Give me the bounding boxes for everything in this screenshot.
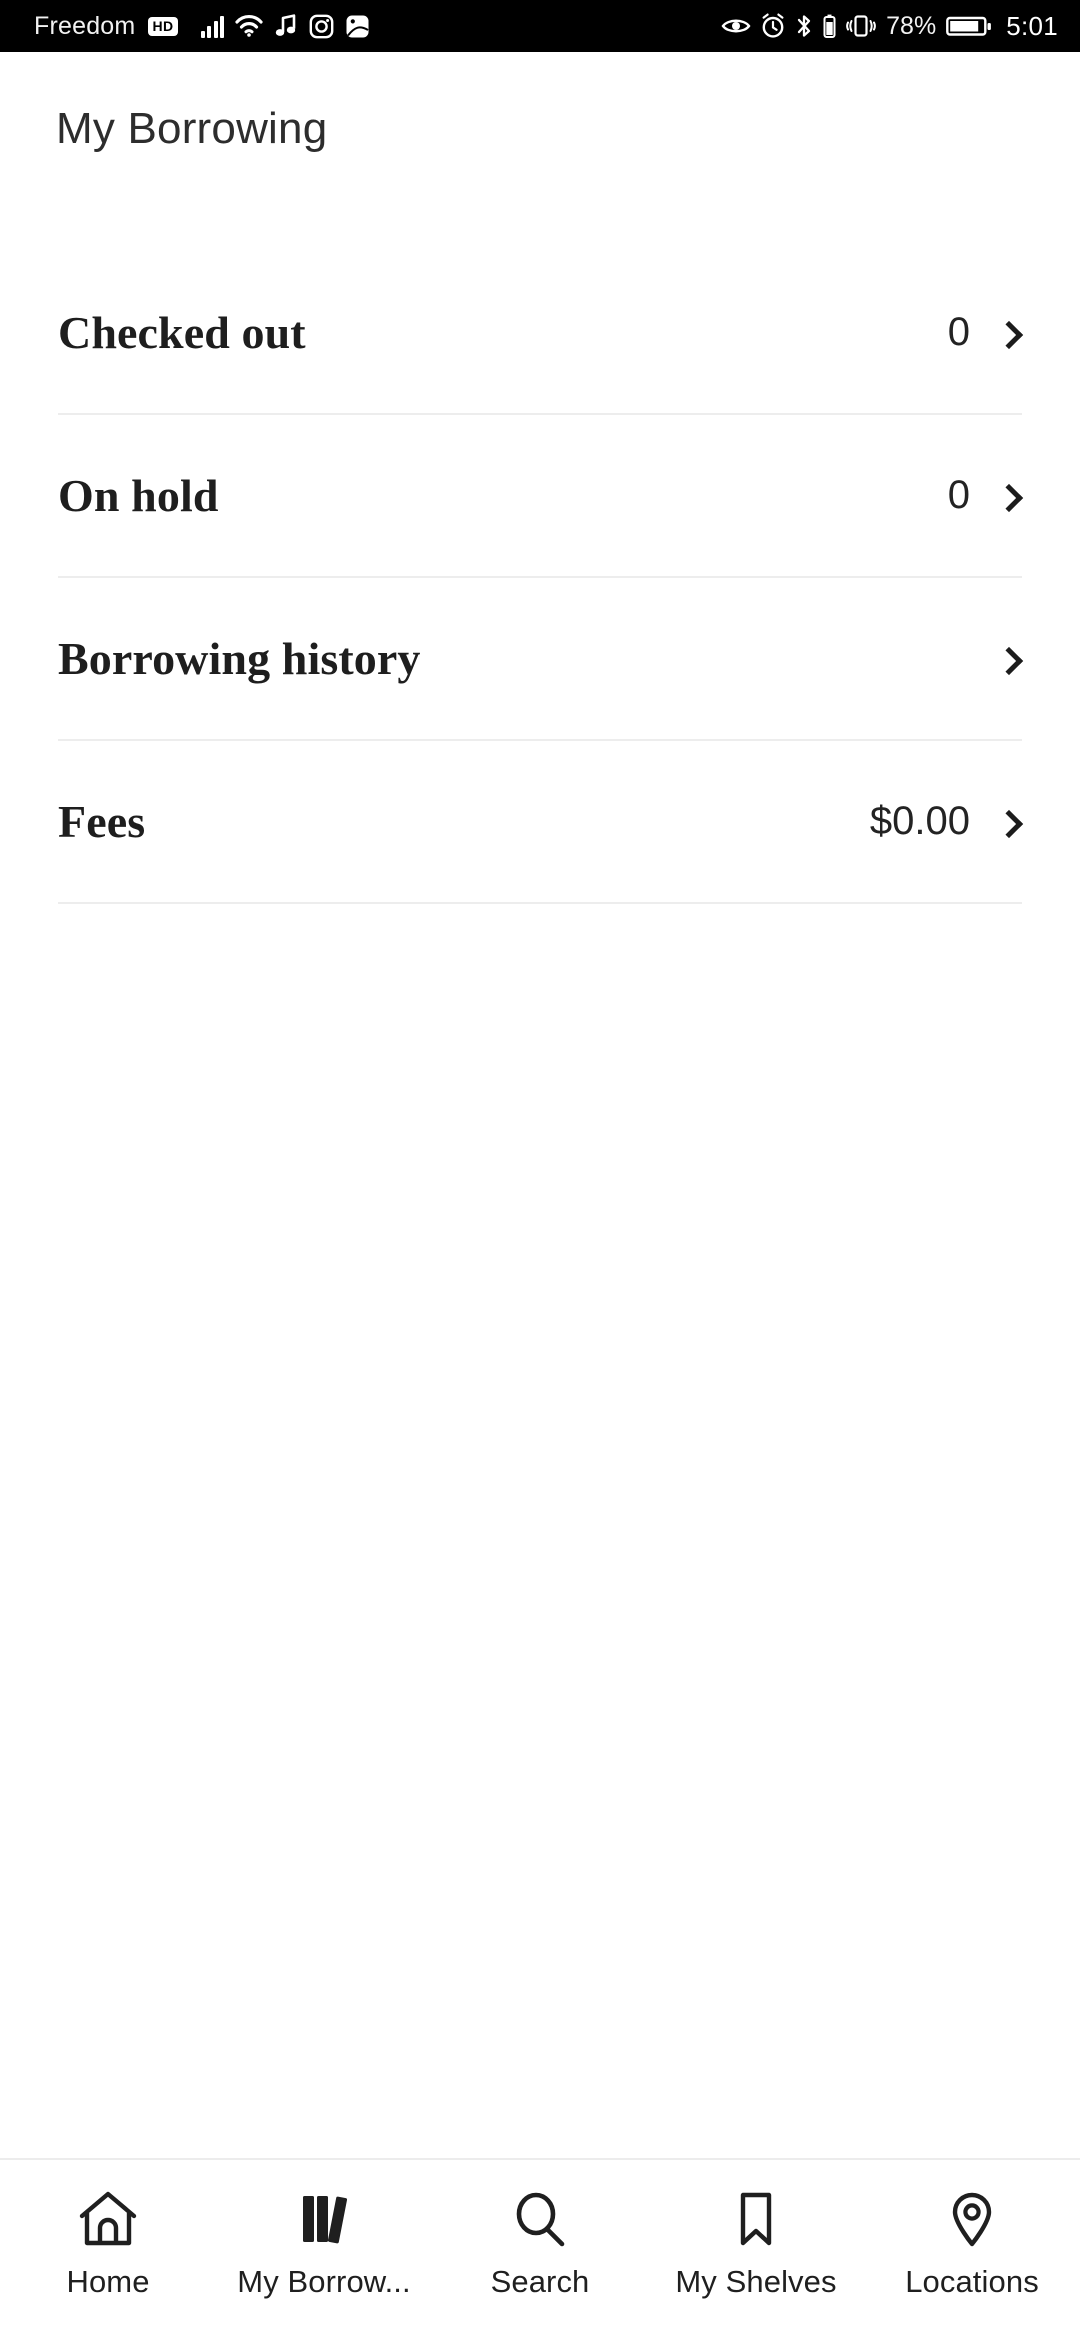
row-value: 0 <box>947 310 970 354</box>
alarm-clock-icon <box>760 13 786 39</box>
screenshot-icon <box>345 14 370 39</box>
bottom-navigation-bar: Home My Borrow... Search My Shelves Loca… <box>0 2158 1080 2340</box>
status-bar: Freedom HD 78% 5:01 <box>0 0 1080 52</box>
nav-item-home[interactable]: Home <box>0 2186 216 2340</box>
signal-bars-icon <box>200 14 225 38</box>
borrowing-list: Checked out 0 On hold 0 Borrowing histor… <box>0 252 1080 904</box>
vibrate-icon <box>846 13 877 39</box>
nav-label: My Shelves <box>675 2264 837 2299</box>
carrier-label: Freedom <box>34 11 136 40</box>
music-note-icon <box>274 13 298 39</box>
battery-percent-label: 78% <box>886 11 937 40</box>
hd-badge: HD <box>148 16 178 36</box>
row-value: 0 <box>947 473 970 517</box>
row-right <box>970 646 1022 672</box>
chevron-right-icon <box>996 483 1022 509</box>
row-label: Fees <box>58 796 146 847</box>
bookmark-icon <box>725 2186 787 2252</box>
status-bar-right: 78% 5:01 <box>721 11 1058 42</box>
bluetooth-battery-icon <box>822 13 837 39</box>
nav-label: Locations <box>905 2264 1039 2299</box>
chevron-right-icon <box>996 809 1022 835</box>
nav-item-my-shelves[interactable]: My Shelves <box>648 2186 864 2340</box>
chevron-right-icon <box>996 320 1022 346</box>
row-label: Borrowing history <box>58 633 421 684</box>
nav-label: Search <box>490 2264 590 2299</box>
list-item-on-hold[interactable]: On hold 0 <box>58 415 1022 578</box>
search-icon <box>509 2186 571 2252</box>
books-icon <box>293 2186 355 2252</box>
status-bar-left: Freedom HD <box>34 12 370 41</box>
battery-icon <box>946 13 992 39</box>
home-icon <box>77 2186 139 2252</box>
page-title: My Borrowing <box>56 104 328 153</box>
nav-label: My Borrow... <box>237 2264 411 2299</box>
nav-item-locations[interactable]: Locations <box>864 2186 1080 2340</box>
eye-icon <box>721 15 751 37</box>
row-right: 0 <box>948 473 1022 518</box>
row-right: $0.00 <box>870 799 1022 844</box>
map-pin-icon <box>941 2186 1003 2252</box>
row-right: 0 <box>948 310 1022 355</box>
list-item-borrowing-history[interactable]: Borrowing history <box>58 578 1022 741</box>
chevron-right-icon <box>996 646 1022 672</box>
row-label: On hold <box>58 470 219 521</box>
row-label: Checked out <box>58 307 306 358</box>
wifi-icon <box>235 14 263 38</box>
clock-label: 5:01 <box>1006 10 1058 41</box>
bluetooth-icon <box>795 13 813 39</box>
list-item-checked-out[interactable]: Checked out 0 <box>58 252 1022 415</box>
nav-item-search[interactable]: Search <box>432 2186 648 2340</box>
nav-label: Home <box>66 2264 150 2299</box>
page-header: My Borrowing <box>0 52 1080 174</box>
instagram-icon <box>309 14 334 39</box>
list-item-fees[interactable]: Fees $0.00 <box>58 741 1022 904</box>
nav-item-my-borrowing[interactable]: My Borrow... <box>216 2186 432 2340</box>
row-value: $0.00 <box>869 799 970 843</box>
